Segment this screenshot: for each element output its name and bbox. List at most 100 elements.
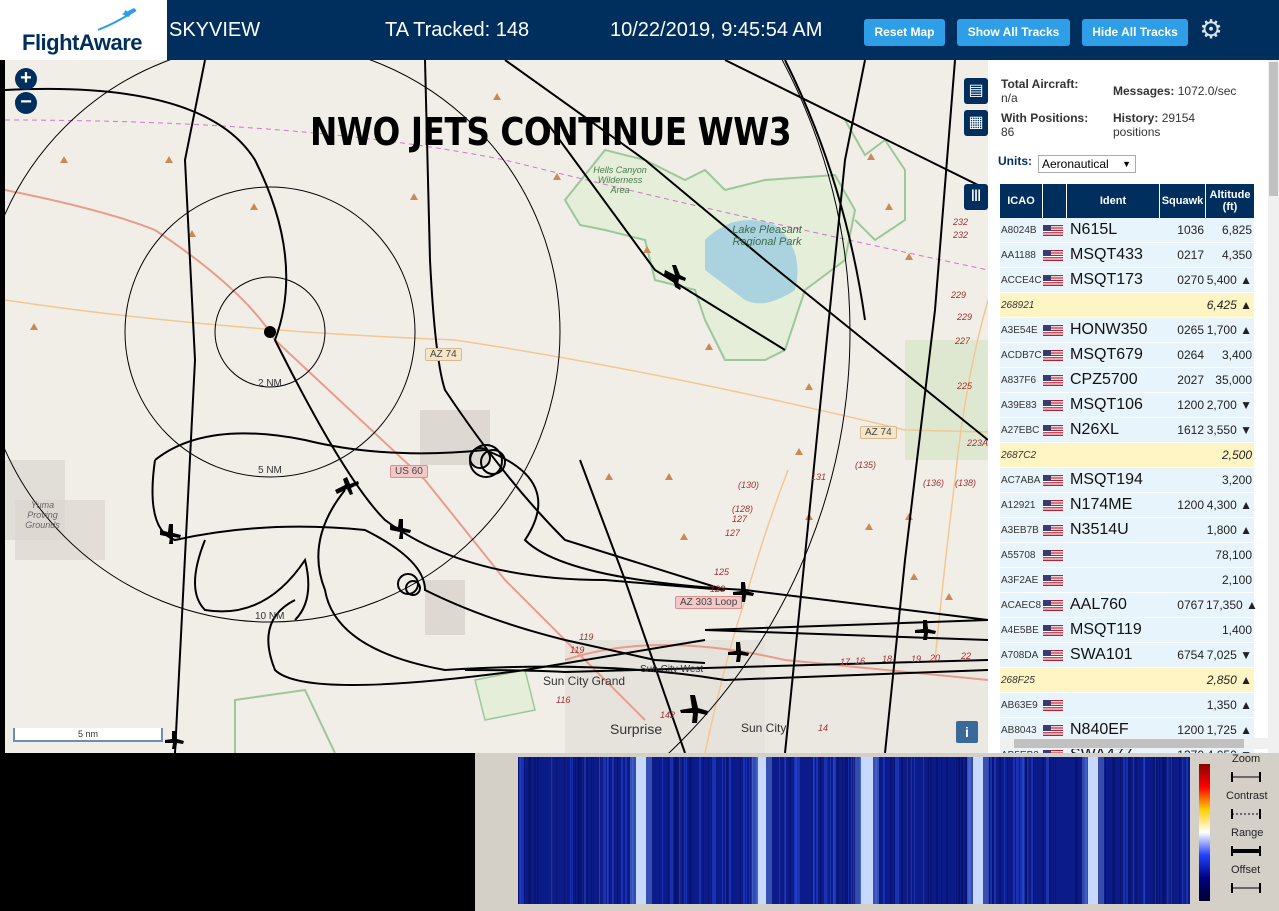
table-row[interactable]: A39E83 MSQT106 1200 2,700 ▼ xyxy=(1000,393,1254,418)
history-stat: History: 29154 positions xyxy=(1113,111,1233,139)
squawk-cell: 0265 xyxy=(1177,323,1204,337)
waterfall-streak xyxy=(1114,757,1115,904)
waterfall-canvas xyxy=(518,757,1190,904)
altitude-cell: 1,700 ▲ xyxy=(1206,323,1252,337)
col-altitude[interactable]: Altitude (ft) xyxy=(1206,184,1254,218)
clock: 10/22/2019, 9:45:54 AM xyxy=(610,19,823,41)
table-row[interactable]: AC7ABA MSQT194 3,200 xyxy=(1000,468,1254,493)
table-row[interactable]: A3E54E HONW350 0265 1,700 ▲ xyxy=(1000,318,1254,343)
zoom-out-button[interactable]: − xyxy=(15,92,37,114)
columns-icon[interactable]: Ⅲ xyxy=(964,184,988,210)
hide-all-tracks-button[interactable]: Hide All Tracks xyxy=(1082,19,1188,46)
icao-cell: A8024B xyxy=(1001,224,1037,236)
waterfall-streak xyxy=(686,757,687,904)
skyview-app: FlightAware SKYVIEW TA Tracked: 148 10/2… xyxy=(0,0,1279,911)
col-icao[interactable]: ICAO xyxy=(1000,184,1043,218)
reset-map-button[interactable]: Reset Map xyxy=(864,19,945,46)
contrast-slider[interactable] xyxy=(1230,808,1262,820)
table-body: A8024B N615L 1036 6,825 AA1188 MSQT433 0217 4,3… xyxy=(1000,218,1258,753)
table-row[interactable]: A12921 N174ME 1200 4,300 ▲ xyxy=(1000,493,1254,518)
info-icon[interactable]: i xyxy=(956,721,978,743)
waterfall-streak xyxy=(1135,757,1136,904)
waterfall-streak xyxy=(833,757,834,904)
road-number: 229 xyxy=(951,290,967,300)
table-row[interactable]: A708DA SWA101 6754 7,025 ▼ xyxy=(1000,643,1254,668)
table-row[interactable]: A837F6 CPZ5700 2027 35,000 xyxy=(1000,368,1254,393)
units-select[interactable]: Aeronautical ▼ xyxy=(1038,155,1136,173)
table-row[interactable]: AB63E9 1,350 ▲ xyxy=(1000,693,1254,718)
table-row[interactable]: A4E5BE MSQT119 1,400 xyxy=(1000,618,1254,643)
waterfall-streak xyxy=(1031,757,1033,904)
table-row[interactable]: A8024B N615L 1036 6,825 xyxy=(1000,218,1254,243)
flag-cell xyxy=(1043,318,1067,343)
icao-cell: AB8043 xyxy=(1001,724,1037,736)
us-flag-icon xyxy=(1043,574,1063,586)
panel-horizontal-scrollbar[interactable] xyxy=(1000,738,1268,749)
waterfall-streak xyxy=(591,757,592,904)
table-row[interactable]: A55708 78,100 xyxy=(1000,543,1254,568)
ring-label: 10 NM xyxy=(255,611,285,622)
waterfall-streak xyxy=(1163,757,1164,904)
table-row[interactable]: A3F2AE 2,100 xyxy=(1000,568,1254,593)
plane-logo-icon xyxy=(97,8,137,31)
waterfall-streak xyxy=(703,757,704,904)
range-slider[interactable] xyxy=(1230,845,1262,857)
table-row[interactable]: ACCE4C MSQT173 0270 5,400 ▲ xyxy=(1000,268,1254,293)
col-squawk[interactable]: Squawk xyxy=(1160,184,1206,218)
altitude-cell: 7,025 ▼ xyxy=(1206,648,1252,662)
scrollbar-thumb[interactable] xyxy=(1014,739,1244,748)
icao-cell: A837F6 xyxy=(1001,374,1037,386)
col-flag[interactable] xyxy=(1043,184,1067,218)
squawk-cell: 0767 xyxy=(1177,598,1204,612)
flag-cell xyxy=(1043,418,1067,443)
scrollbar-thumb[interactable] xyxy=(1269,62,1278,196)
zoom-in-button[interactable]: + xyxy=(15,68,37,90)
icao-cell: A3EB7B xyxy=(1001,524,1039,536)
zoom-slider[interactable] xyxy=(1230,771,1262,783)
map-view[interactable]: NWO JETS CONTINUE WW3 2 NM 5 NM 10 NM He… xyxy=(5,60,988,753)
blank-area xyxy=(0,753,475,911)
table-row[interactable]: A3EB7B N3514U 1,800 ▲ xyxy=(1000,518,1254,543)
road-number: 223A xyxy=(967,438,988,448)
altitude-cell: 2,850 ▲ xyxy=(1206,673,1252,687)
gear-icon[interactable]: ⚙ xyxy=(1197,15,1225,43)
table-row[interactable]: AA1188 MSQT433 0217 4,350 xyxy=(1000,243,1254,268)
table-row[interactable]: 268F25 2,850 ▲ xyxy=(1000,668,1254,693)
waterfall-display[interactable] xyxy=(518,757,1190,904)
flag-cell xyxy=(1043,393,1067,418)
table-row[interactable]: A27EBC N26XL 1612 3,550 ▼ xyxy=(1000,418,1254,443)
road-number: 116 xyxy=(556,695,571,705)
waterfall-streak xyxy=(1005,757,1006,904)
waterfall-streak xyxy=(625,757,627,904)
panel-scrollbar[interactable] xyxy=(1268,60,1279,753)
icao-cell: 2687C2 xyxy=(1001,449,1037,461)
road-number: 19 xyxy=(911,654,922,664)
with-positions-stat: With Positions: 86 xyxy=(1001,111,1121,139)
table-row[interactable]: ACAEC8 AAL760 0767 17,350 ▲ xyxy=(1000,593,1258,618)
table-row[interactable]: 268921 6,425 ▲ xyxy=(1000,293,1254,318)
waterfall-streak xyxy=(1013,757,1014,904)
altitude-cell: 2,500 xyxy=(1221,448,1252,462)
waterfall-streak xyxy=(1017,757,1019,904)
offset-slider[interactable] xyxy=(1230,882,1262,894)
squawk-cell: 1200 xyxy=(1177,723,1204,737)
grid-icon[interactable]: ▦ xyxy=(964,110,988,136)
waterfall-streak xyxy=(813,757,814,904)
map-layers-icon[interactable]: ▤ xyxy=(964,78,988,104)
waterfall-streak xyxy=(965,757,967,904)
waterfall-streak xyxy=(578,757,580,904)
show-all-tracks-button[interactable]: Show All Tracks xyxy=(957,19,1070,46)
waterfall-streak xyxy=(605,757,606,904)
waterfall-streak xyxy=(1075,757,1076,904)
logo[interactable]: FlightAware xyxy=(0,0,167,60)
us-flag-icon xyxy=(1043,324,1063,336)
waterfall-streak xyxy=(684,757,685,904)
map-canvas xyxy=(5,60,988,753)
col-ident[interactable]: Ident xyxy=(1067,184,1160,218)
table-row[interactable]: ACDB7C MSQT679 0264 3,400 xyxy=(1000,343,1254,368)
waterfall-streak xyxy=(779,757,780,904)
road-shield: AZ 303 Loop xyxy=(675,596,743,609)
table-row[interactable]: 2687C2 2,500 xyxy=(1000,443,1254,468)
map-label-sun-city-west: Sun City West xyxy=(640,664,704,675)
waterfall-streak xyxy=(1014,757,1015,904)
